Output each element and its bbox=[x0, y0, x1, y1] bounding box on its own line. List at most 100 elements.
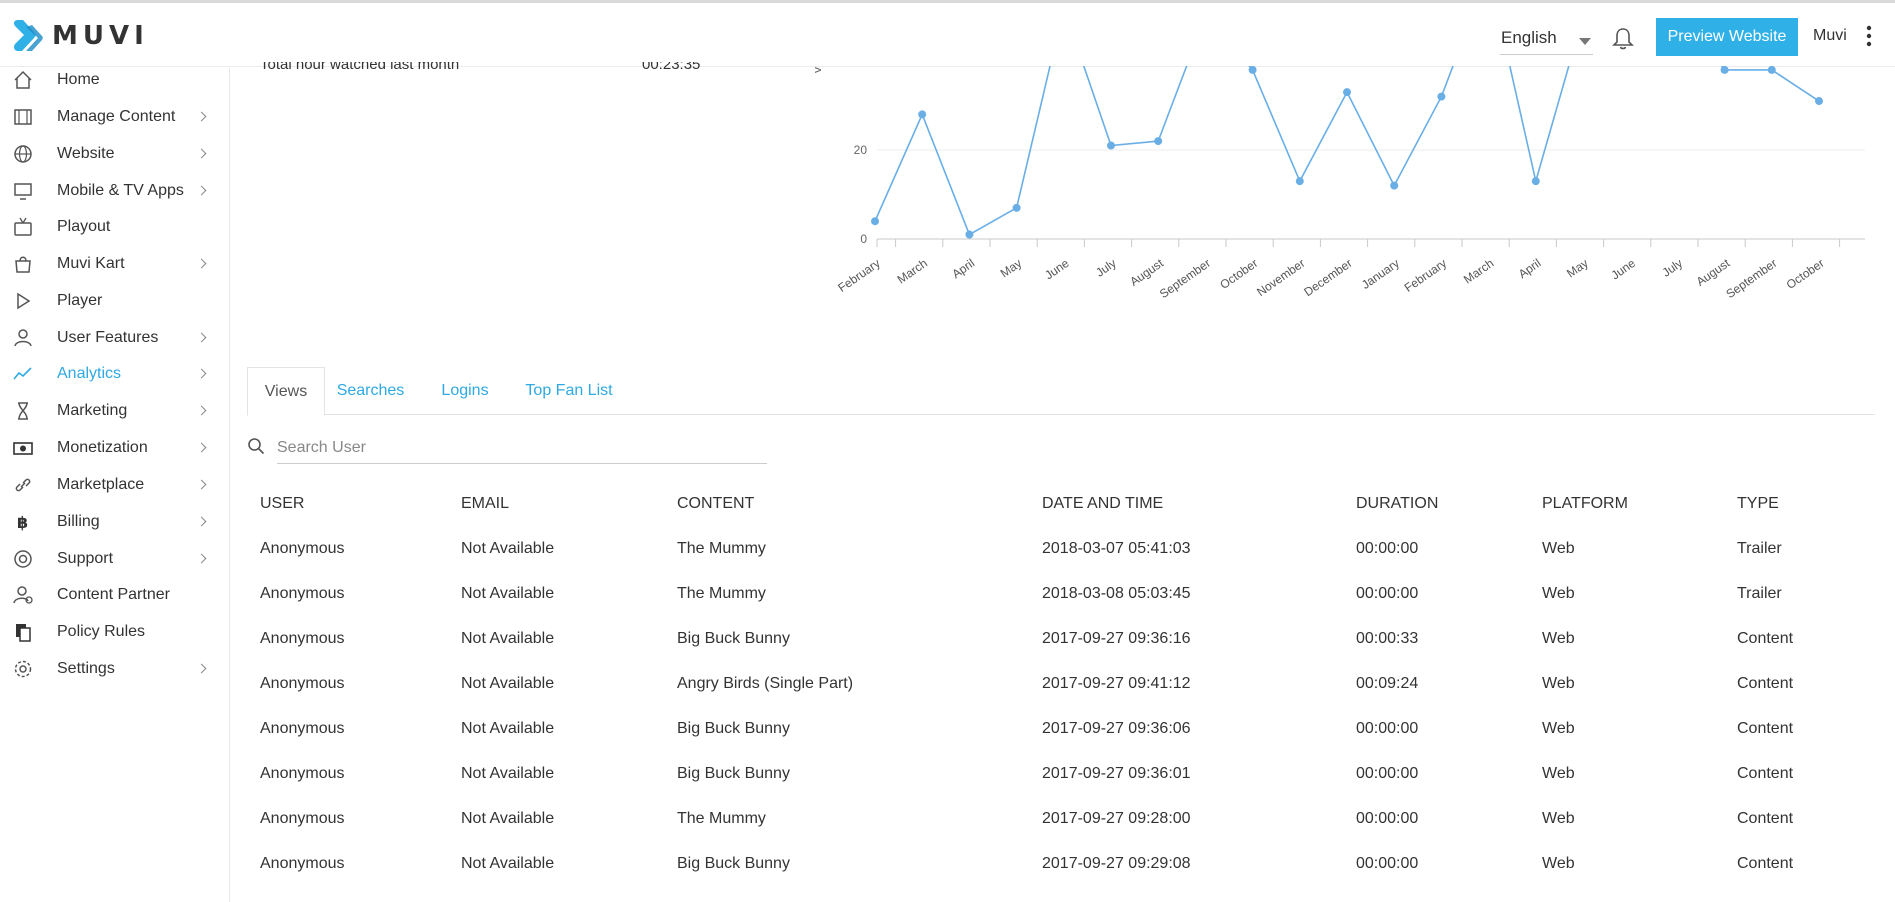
sidebar-item-user-features[interactable]: User Features bbox=[0, 318, 229, 358]
table-cell: Web bbox=[1542, 540, 1575, 557]
play-icon bbox=[17, 292, 31, 310]
sidebar-item-label: Website bbox=[57, 145, 115, 162]
column-header: DURATION bbox=[1356, 495, 1439, 512]
chevron-right-icon bbox=[196, 258, 207, 269]
table-cell: Anonymous bbox=[260, 585, 345, 602]
sidebar-item-player[interactable]: Player bbox=[0, 281, 229, 321]
user-icon bbox=[14, 329, 32, 347]
money-icon bbox=[13, 442, 33, 455]
sidebar-item-monetization[interactable]: Monetization bbox=[0, 428, 229, 468]
table-cell: Not Available bbox=[461, 810, 555, 827]
column-header: PLATFORM bbox=[1542, 495, 1628, 512]
shopping-bag-icon bbox=[15, 256, 31, 273]
data-point bbox=[1154, 137, 1163, 146]
top-header: MUVI English Preview Website Muvi bbox=[0, 3, 1895, 67]
sidebar-item-settings[interactable]: Settings bbox=[0, 649, 229, 689]
sidebar-item-marketing[interactable]: Marketing bbox=[0, 391, 229, 431]
table-cell: Anonymous bbox=[260, 855, 345, 872]
x-tick-label: June bbox=[1609, 256, 1639, 283]
table-row[interactable]: Anonymous Not Available The Mummy 2018-03-0… bbox=[247, 585, 1875, 615]
x-tick-label: July bbox=[1093, 256, 1119, 280]
data-point bbox=[1012, 203, 1021, 212]
table-cell: Anonymous bbox=[260, 720, 345, 737]
table-cell: Anonymous bbox=[260, 810, 345, 827]
sidebar-item-manage-content[interactable]: Manage Content bbox=[0, 97, 229, 137]
table-cell: Not Available bbox=[461, 675, 555, 692]
sidebar: Home Manage Content Website Mobile & TV App… bbox=[0, 68, 230, 902]
chevron-right-icon bbox=[196, 479, 207, 490]
trend-icon bbox=[13, 367, 32, 380]
chevron-right-icon bbox=[196, 332, 207, 343]
table-row[interactable]: Anonymous Not Available The Mummy 2018-03-0… bbox=[247, 540, 1875, 570]
table-cell: Content bbox=[1737, 855, 1794, 872]
chevron-right-icon bbox=[196, 553, 207, 564]
sidebar-item-marketplace[interactable]: Marketplace bbox=[0, 465, 229, 505]
x-tick-label: January bbox=[1359, 256, 1402, 292]
table-row[interactable]: Anonymous Not Available Big Buck Bunny 2017… bbox=[247, 630, 1875, 660]
tab-searches[interactable]: Searches bbox=[324, 367, 417, 415]
x-tick-label: August bbox=[1127, 256, 1166, 289]
table-cell: 00:00:00 bbox=[1356, 540, 1419, 557]
data-point bbox=[1295, 177, 1304, 186]
table-cell: Trailer bbox=[1737, 540, 1782, 557]
x-tick-label: May bbox=[1564, 256, 1591, 280]
table-cell: Not Available bbox=[461, 630, 555, 647]
table-row[interactable]: Anonymous Not Available The Mummy 2017-09-2… bbox=[247, 810, 1875, 840]
more-vertical-icon[interactable] bbox=[1866, 25, 1872, 47]
column-header: EMAIL bbox=[461, 495, 510, 512]
film-icon bbox=[14, 109, 32, 125]
x-tick-label: August bbox=[1694, 256, 1733, 289]
table-cell: Big Buck Bunny bbox=[677, 630, 790, 647]
sidebar-item-home[interactable]: Home bbox=[0, 60, 229, 100]
table-cell: 00:00:00 bbox=[1356, 855, 1419, 872]
tab-views[interactable]: Views bbox=[247, 367, 325, 416]
chevron-right-icon bbox=[196, 516, 207, 527]
table-cell: Big Buck Bunny bbox=[677, 855, 790, 872]
sidebar-item-policy-rules[interactable]: Policy Rules bbox=[0, 612, 229, 652]
y-tick-label: 0 bbox=[860, 232, 867, 246]
table-row[interactable]: Anonymous Not Available Big Buck Bunny 2017… bbox=[247, 720, 1875, 750]
table-cell: Big Buck Bunny bbox=[677, 765, 790, 782]
sidebar-item-mobile-tv-apps[interactable]: Mobile & TV Apps bbox=[0, 171, 229, 211]
data-point bbox=[871, 217, 879, 226]
sidebar-item-billing[interactable]: ฿ Billing bbox=[0, 502, 229, 542]
preview-website-button[interactable]: Preview Website bbox=[1656, 18, 1798, 56]
sidebar-item-support[interactable]: Support bbox=[0, 539, 229, 579]
table-cell: 00:00:00 bbox=[1356, 585, 1419, 602]
table-cell: The Mummy bbox=[677, 585, 766, 602]
caret-down-icon bbox=[1579, 38, 1591, 45]
sidebar-item-website[interactable]: Website bbox=[0, 134, 229, 174]
y-axis-label: V bbox=[815, 66, 824, 74]
data-point bbox=[1107, 141, 1115, 150]
table-cell: Not Available bbox=[461, 765, 555, 782]
table-cell: Not Available bbox=[461, 540, 555, 557]
table-row[interactable]: Anonymous Not Available Big Buck Bunny 2017… bbox=[247, 855, 1875, 885]
sidebar-item-label: Playout bbox=[57, 218, 111, 235]
sidebar-item-content-partner[interactable]: Content Partner bbox=[0, 575, 229, 615]
search-user-input[interactable] bbox=[277, 432, 767, 464]
lifebuoy-icon bbox=[14, 550, 32, 568]
sidebar-item-playout[interactable]: Playout bbox=[0, 207, 229, 247]
bell-icon[interactable] bbox=[1612, 27, 1634, 51]
sidebar-item-analytics[interactable]: Analytics bbox=[0, 354, 229, 394]
x-tick-label: November bbox=[1254, 256, 1307, 299]
sidebar-item-label: Monetization bbox=[57, 439, 148, 456]
table-row[interactable]: Anonymous Not Available Angry Birds (Singl… bbox=[247, 675, 1875, 705]
sidebar-item-label: Content Partner bbox=[57, 586, 170, 603]
sidebar-item-label: Marketplace bbox=[57, 476, 145, 493]
table-cell: 00:00:00 bbox=[1356, 765, 1419, 782]
tab-logins[interactable]: Logins bbox=[417, 367, 513, 415]
table-cell: Angry Birds (Single Part) bbox=[677, 675, 854, 692]
user-menu-name[interactable]: Muvi bbox=[1813, 27, 1847, 45]
table-row[interactable]: Anonymous Not Available Big Buck Bunny 2017… bbox=[247, 765, 1875, 795]
tab-top-fan-list[interactable]: Top Fan List bbox=[513, 367, 625, 415]
x-tick-label: February bbox=[835, 256, 882, 295]
sidebar-item-muvi-kart[interactable]: Muvi Kart bbox=[0, 244, 229, 284]
documents-icon bbox=[16, 624, 31, 642]
table-cell: Web bbox=[1542, 630, 1575, 647]
partner-icon bbox=[13, 586, 33, 604]
language-select[interactable]: English bbox=[1500, 23, 1593, 55]
x-tick-label: October bbox=[1784, 256, 1827, 292]
x-tick-label: March bbox=[895, 256, 930, 287]
logo[interactable]: MUVI bbox=[12, 17, 149, 55]
